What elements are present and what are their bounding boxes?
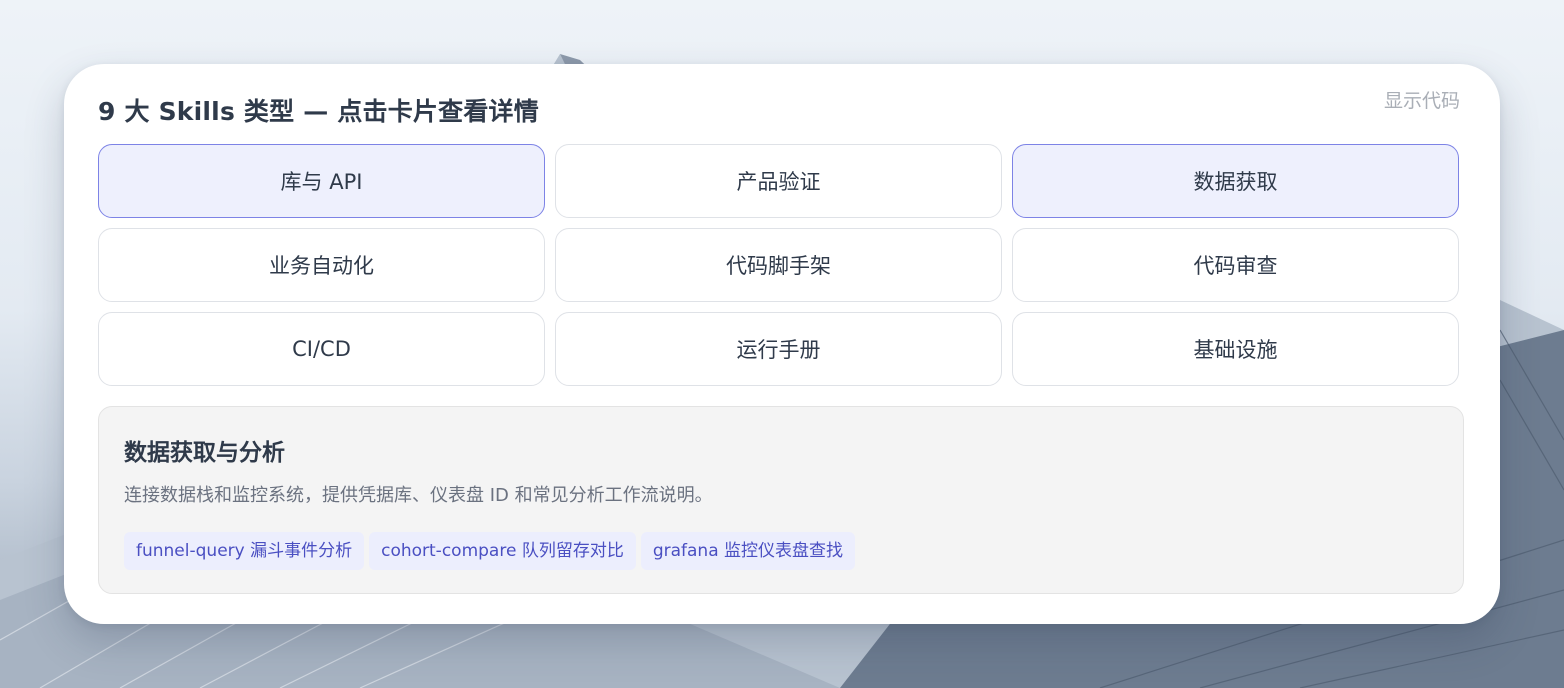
tag-grafana[interactable]: grafana 监控仪表盘查找 [640,532,856,570]
panel-title: 9 大 Skills 类型 — 点击卡片查看详情 [98,97,539,126]
skill-card-infrastructure[interactable]: 基础设施 [1012,312,1459,386]
skill-card-product-verification[interactable]: 产品验证 [555,144,1002,218]
skill-detail-panel: 数据获取与分析 连接数据栈和监控系统，提供凭据库、仪表盘 ID 和常见分析工作流… [98,406,1464,594]
skill-card-ci-cd[interactable]: CI/CD [98,312,545,386]
tag-funnel-query[interactable]: funnel-query 漏斗事件分析 [124,532,365,570]
skill-card-business-automation[interactable]: 业务自动化 [98,228,545,302]
tag-cohort-compare[interactable]: cohort-compare 队列留存对比 [369,532,636,570]
skill-card-code-scaffolding[interactable]: 代码脚手架 [555,228,1002,302]
detail-description: 连接数据栈和监控系统，提供凭据库、仪表盘 ID 和常见分析工作流说明。 [124,485,713,506]
skill-card-library-api[interactable]: 库与 API [98,144,545,218]
skill-card-code-review[interactable]: 代码审查 [1012,228,1459,302]
detail-tag-list: funnel-query 漏斗事件分析 cohort-compare 队列留存对… [124,532,856,570]
skill-card-data-fetching[interactable]: 数据获取 [1012,144,1459,218]
detail-title: 数据获取与分析 [124,440,285,466]
show-code-button[interactable]: 显示代码 [1384,86,1460,113]
skill-card-runbook[interactable]: 运行手册 [555,312,1002,386]
skill-type-grid: 库与 API 产品验证 数据获取 业务自动化 代码脚手架 代码审查 CI/CD … [98,144,1459,386]
skills-panel: 9 大 Skills 类型 — 点击卡片查看详情 显示代码 库与 API 产品验… [64,64,1500,624]
